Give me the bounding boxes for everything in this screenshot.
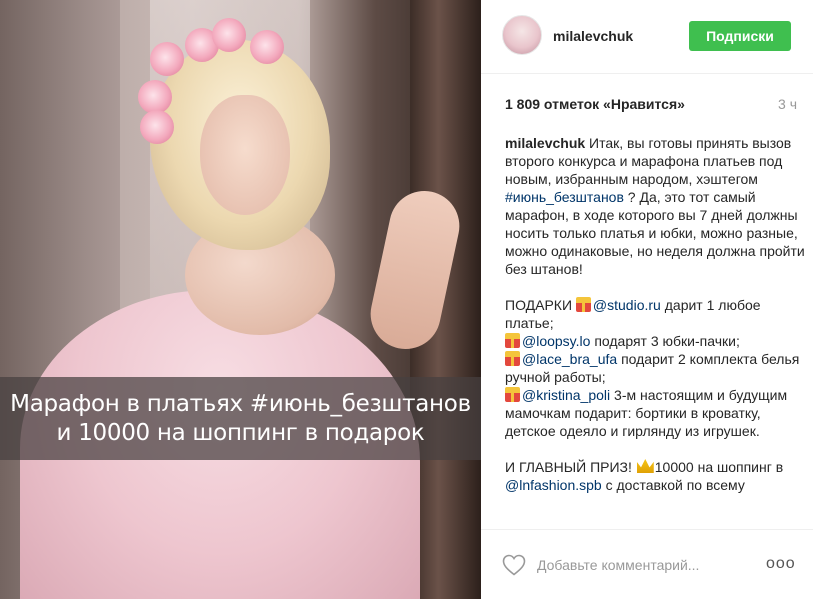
comment-bar: ooo: [481, 529, 813, 599]
mention-lace-bra[interactable]: @lace_bra_ufa: [522, 351, 617, 367]
gift-2-text: подарят 3 юбки-пачки;: [594, 333, 740, 349]
likes-row: 1 809 отметок «Нравится» 3 ч: [505, 96, 797, 116]
post-photo[interactable]: Марафон в платьях #июнь_безштанов и 1000…: [0, 0, 481, 599]
photo-flower: [140, 110, 174, 144]
grand-prize-text: И ГЛАВНЫЙ ПРИЗ!: [505, 459, 632, 475]
grand-prize-tail: с доставкой по всему: [605, 477, 745, 493]
caption-hashtag[interactable]: #июнь_безштанов: [505, 189, 624, 205]
likes-count[interactable]: 1 809 отметок «Нравится»: [505, 96, 685, 112]
comment-input[interactable]: [537, 555, 757, 575]
photo-face: [200, 95, 290, 215]
mention-studio[interactable]: @studio.ru: [593, 297, 661, 313]
crown-icon: [636, 459, 654, 473]
photo-flower: [150, 42, 184, 76]
post-time[interactable]: 3 ч: [778, 96, 797, 112]
gift-icon: [505, 387, 520, 402]
avatar[interactable]: [502, 15, 542, 55]
photo-flower: [250, 30, 284, 64]
photo-caption-overlay: Марафон в платьях #июнь_безштанов и 1000…: [0, 377, 481, 460]
photo-caption-line-1: Марафон в платьях #июнь_безштанов: [10, 390, 471, 417]
heart-outline-icon[interactable]: [502, 554, 526, 576]
post-side-panel: milalevchuk Подписки 1 809 отметок «Нрав…: [481, 0, 813, 599]
more-options-button[interactable]: ooo: [766, 556, 795, 572]
caption-paragraph-intro: milalevchuk Итак, вы готовы принять вызо…: [505, 134, 805, 278]
grand-prize-in: в: [775, 459, 784, 475]
mention-lnfashion[interactable]: @lnfashion.spb: [505, 477, 602, 493]
mention-kristina[interactable]: @kristina_poli: [522, 387, 610, 403]
post-caption: milalevchuk Итак, вы готовы принять вызо…: [505, 134, 805, 530]
header-username[interactable]: milalevchuk: [553, 28, 633, 44]
grand-prize-amount: 10000 на шоппинг: [654, 459, 772, 475]
gift-icon: [575, 297, 591, 312]
photo-caption-line-2: и 10000 на шоппинг в подарок: [56, 419, 425, 446]
mention-loopsy[interactable]: @loopsy.lo: [522, 333, 590, 349]
post-header: milalevchuk Подписки: [481, 0, 813, 74]
follow-button[interactable]: Подписки: [689, 21, 791, 51]
photo-flower: [138, 80, 172, 114]
caption-paragraph-gifts: ПОДАРКИ @studio.ru дарит 1 любое платье;…: [505, 296, 805, 440]
gifts-heading: ПОДАРКИ: [505, 297, 573, 313]
gift-icon: [505, 333, 520, 348]
gift-icon: [505, 351, 520, 366]
caption-author[interactable]: milalevchuk: [505, 135, 585, 151]
caption-paragraph-grand-prize: И ГЛАВНЫЙ ПРИЗ! 10000 на шоппинг в @lnfa…: [505, 458, 805, 494]
photo-flower: [212, 18, 246, 52]
